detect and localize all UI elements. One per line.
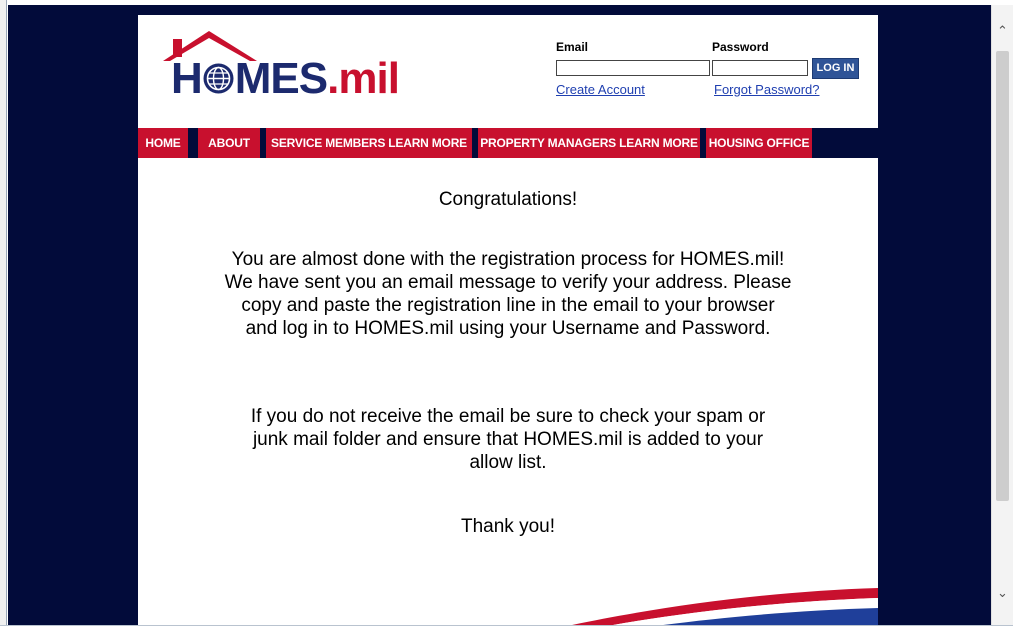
spam-notice: If you do not receive the email be sure … (250, 406, 766, 473)
scroll-thumb[interactable] (996, 51, 1009, 501)
page-heading: Congratulations! (438, 189, 578, 210)
nav-item-home[interactable]: HOME (138, 128, 188, 158)
decorative-swoosh (572, 588, 878, 625)
logo-letter-h: H (171, 54, 203, 103)
nav-item-about[interactable]: ABOUT (198, 128, 260, 158)
globe-icon (202, 59, 235, 94)
scroll-down-arrow-icon[interactable]: ⌄ (992, 583, 1013, 605)
email-label: Email (556, 40, 589, 54)
thank-you-text: Thank you! (461, 516, 555, 537)
logo-dot-mil: .mil (327, 54, 400, 103)
scroll-up-arrow-icon[interactable]: ⌃ (992, 21, 1013, 43)
nav-item-service-members[interactable]: SERVICE MEMBERS LEARN MORE (266, 128, 472, 158)
logo-letters-mes: MES (234, 54, 328, 103)
window-left-border (0, 0, 7, 630)
email-input[interactable] (556, 60, 710, 76)
registration-message: You are almost done with the registratio… (224, 249, 792, 339)
nav-item-property-managers[interactable]: PROPERTY MANAGERS LEARN MORE (478, 128, 700, 158)
main-content: Congratulations! You are almost done wit… (138, 158, 878, 625)
homes-mil-logo[interactable]: H MES.mil (153, 27, 413, 105)
site-header: H MES.mil Email Password LOG IN Create A… (138, 15, 878, 121)
create-account-link[interactable]: Create Account (556, 82, 645, 97)
page-container: H MES.mil Email Password LOG IN Create A… (138, 15, 878, 625)
nav-item-housing-office[interactable]: HOUSING OFFICE (706, 128, 812, 158)
login-button[interactable]: LOG IN (812, 58, 859, 79)
browser-viewport: H MES.mil Email Password LOG IN Create A… (8, 5, 991, 625)
window-bottom-edge (0, 625, 1013, 630)
vertical-scrollbar[interactable]: ⌃ ⌄ (991, 5, 1013, 625)
main-navigation: HOME ABOUT SERVICE MEMBERS LEARN MORE PR… (138, 128, 878, 158)
forgot-password-link[interactable]: Forgot Password? (714, 82, 820, 97)
password-input[interactable] (712, 60, 808, 76)
password-label: Password (712, 40, 769, 54)
logo-wordmark: H MES.mil (171, 54, 400, 103)
